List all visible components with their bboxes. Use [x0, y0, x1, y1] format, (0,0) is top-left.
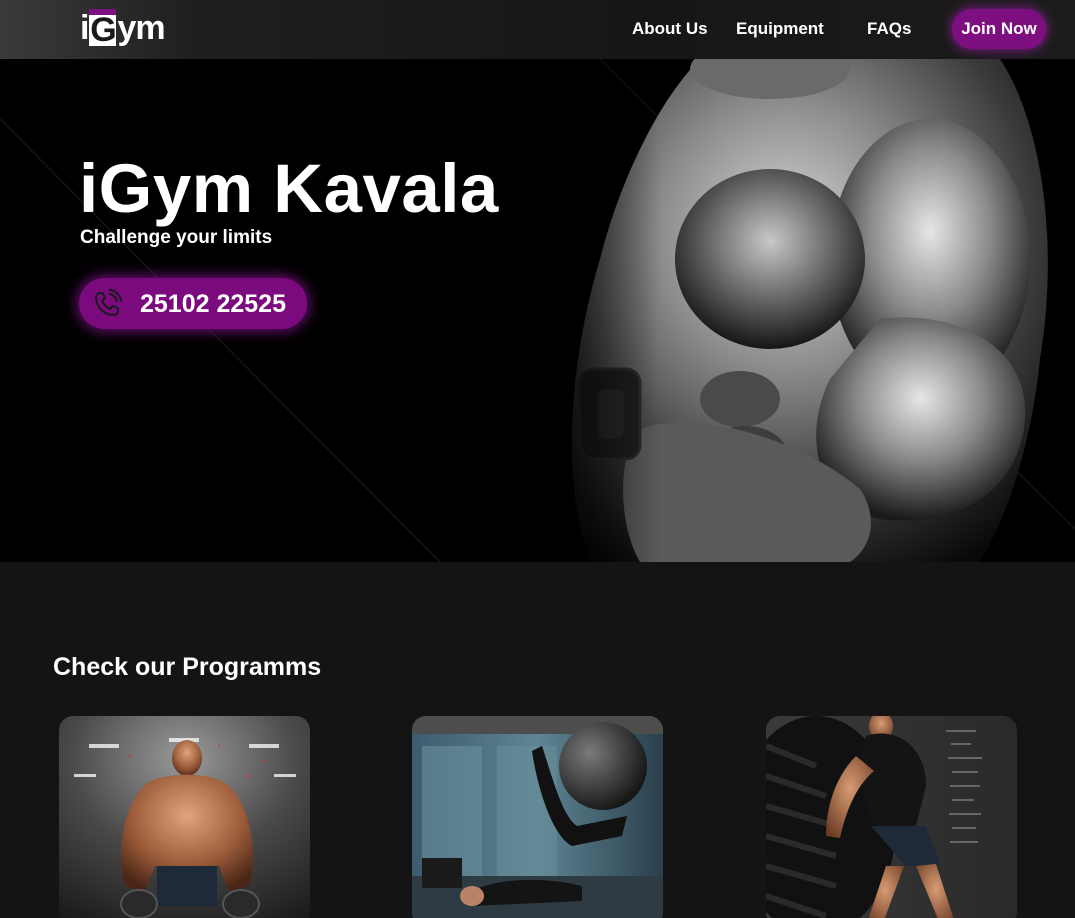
pilates-ball-photo	[412, 716, 663, 918]
navbar: i Gym About Us Equipment FAQs Join Now	[0, 0, 1075, 59]
hero-section: iGym Kavala Challenge your limits 25102 …	[0, 59, 1075, 562]
programs-heading: Check our Programms	[53, 653, 322, 681]
join-now-button[interactable]: Join Now	[952, 9, 1046, 49]
program-card-bodybuilding[interactable]	[59, 716, 310, 918]
phone-call-icon	[95, 289, 122, 316]
phone-number: 25102 22525	[140, 290, 286, 318]
igym-logo[interactable]: i Gym	[80, 6, 166, 49]
call-phone-button[interactable]: 25102 22525	[79, 278, 307, 329]
logo-letter-g: G	[89, 9, 117, 49]
hero-title: iGym Kavala	[79, 150, 499, 227]
logo-letter-i: i	[80, 9, 90, 47]
nav-faqs[interactable]: FAQs	[867, 19, 911, 39]
program-card-strength[interactable]	[766, 716, 1017, 918]
bodybuilder-photo	[59, 716, 310, 918]
nav-about-us[interactable]: About Us	[632, 19, 708, 39]
tire-flip-photo	[766, 716, 1017, 918]
hero-subtitle: Challenge your limits	[80, 227, 273, 248]
nav-equipment[interactable]: Equipment	[736, 19, 824, 39]
logo-letters-ym: ym	[117, 9, 165, 47]
program-card-pilates[interactable]	[412, 716, 663, 918]
